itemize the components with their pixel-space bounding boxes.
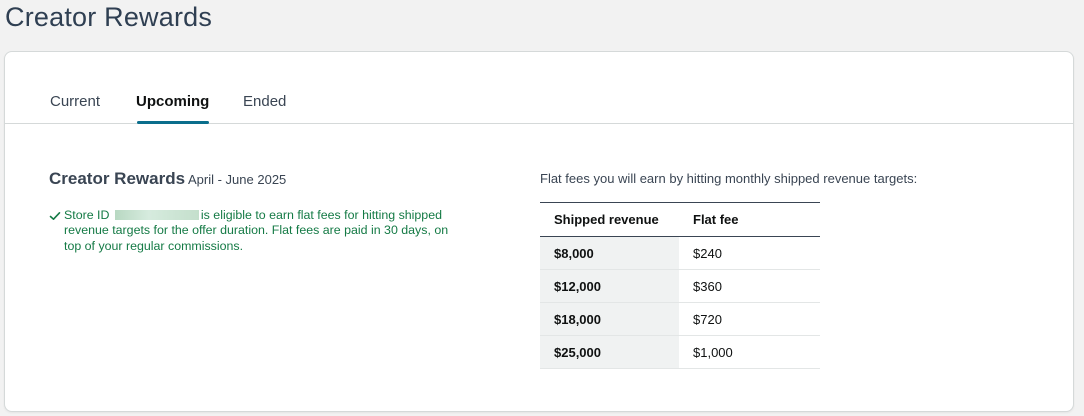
eligibility-text: Store ID is eligible to earn flat fees f… [49, 208, 449, 254]
offer-title: Creator Rewards [49, 169, 186, 188]
flat-fees-table: Shipped revenue Flat fee $8,000 $240 $12… [540, 202, 820, 369]
tab-upcoming[interactable]: Upcoming [136, 93, 209, 111]
eligibility-message: Store ID is eligible to earn flat fees f… [49, 208, 449, 254]
tab-bar: Current Upcoming Ended [5, 52, 1073, 124]
fee-cell: $240 [679, 236, 820, 270]
tab-ended[interactable]: Ended [243, 93, 286, 111]
revenue-cell: $12,000 [540, 269, 679, 303]
revenue-cell: $18,000 [540, 302, 679, 336]
table-header-row: Shipped revenue Flat fee [540, 202, 820, 237]
redacted-store-id [114, 210, 199, 220]
revenue-cell: $8,000 [540, 236, 679, 270]
table-row: $18,000 $720 [540, 302, 820, 336]
tab-current[interactable]: Current [50, 93, 100, 111]
table-row: $8,000 $240 [540, 236, 820, 270]
active-tab-indicator [137, 121, 209, 124]
rewards-card: Current Upcoming Ended Creator Rewards A… [4, 51, 1074, 412]
fee-cell: $360 [679, 269, 820, 303]
eligibility-prefix: Store ID [64, 208, 110, 222]
fees-table-intro: Flat fees you will earn by hitting month… [540, 171, 918, 186]
check-icon [49, 212, 61, 220]
table-row: $12,000 $360 [540, 269, 820, 303]
revenue-cell: $25,000 [540, 335, 679, 369]
fee-cell: $720 [679, 302, 820, 336]
table-row: $25,000 $1,000 [540, 335, 820, 369]
column-header-flat-fee: Flat fee [679, 202, 820, 237]
offer-dates: April - June 2025 [188, 172, 287, 187]
column-header-shipped-revenue: Shipped revenue [540, 202, 679, 237]
page-title: Creator Rewards [5, 2, 213, 32]
fee-cell: $1,000 [679, 335, 820, 369]
